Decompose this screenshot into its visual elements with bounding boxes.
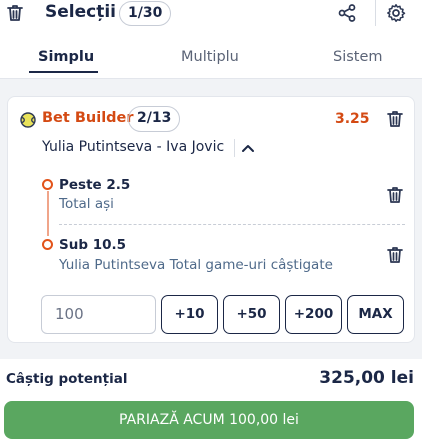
header-divider bbox=[375, 0, 376, 26]
quick-stake-200-button[interactable]: +200 bbox=[285, 295, 342, 334]
quick-stake-10-button[interactable]: +10 bbox=[161, 295, 218, 334]
tennis-ball-icon bbox=[20, 112, 36, 128]
selection-title: Sub 10.5 bbox=[59, 237, 127, 253]
tab-simplu[interactable]: Simplu bbox=[38, 49, 94, 65]
stake-input[interactable]: 100 bbox=[41, 295, 156, 334]
potential-win-label: Câștig potențial bbox=[6, 371, 128, 387]
trash-icon[interactable] bbox=[386, 185, 404, 205]
bet-builder-title: Bet Builder bbox=[42, 110, 134, 126]
selection-marker bbox=[42, 179, 53, 190]
max-stake-button[interactable]: MAX bbox=[347, 295, 404, 334]
potential-win-value: 325,00 lei bbox=[319, 368, 414, 388]
tab-multiplu[interactable]: Multiplu bbox=[181, 49, 239, 65]
active-tab-indicator bbox=[29, 71, 98, 73]
bet-builder-odds: 3.25 bbox=[335, 111, 370, 127]
chevron-up-icon[interactable] bbox=[241, 142, 255, 154]
bet-builder-count-badge: 2/13 bbox=[128, 106, 181, 132]
match-name: Yulia Putintseva - Iva Jovic bbox=[42, 139, 225, 155]
selection-connector bbox=[47, 191, 49, 236]
selection-separator bbox=[59, 224, 405, 225]
bet-type-tabs: Simplu Multiplu Sistem bbox=[0, 42, 422, 78]
share-icon[interactable] bbox=[337, 3, 357, 23]
trash-icon[interactable] bbox=[386, 109, 404, 129]
selection-market: Total ași bbox=[59, 196, 114, 212]
page-title: Selecții bbox=[45, 2, 116, 22]
tab-sistem[interactable]: Sistem bbox=[333, 49, 383, 65]
trash-icon[interactable] bbox=[386, 245, 404, 265]
selection-marker bbox=[42, 239, 53, 250]
bet-builder-card: Bet Builder 2/13 3.25 Yulia Putintseva -… bbox=[7, 96, 415, 343]
betslip-header: Selecții 1/30 bbox=[0, 0, 422, 30]
match-divider bbox=[234, 139, 235, 157]
quick-stake-50-button[interactable]: +50 bbox=[223, 295, 280, 334]
place-bet-button[interactable]: PARIAZĂ ACUM 100,00 lei bbox=[4, 401, 414, 439]
selection-title: Peste 2.5 bbox=[59, 177, 131, 193]
selection-count-badge: 1/30 bbox=[119, 1, 172, 26]
selection-market: Yulia Putintseva Total game-uri câștigat… bbox=[59, 257, 333, 273]
gear-icon[interactable] bbox=[386, 3, 406, 23]
trash-icon[interactable] bbox=[5, 3, 25, 23]
